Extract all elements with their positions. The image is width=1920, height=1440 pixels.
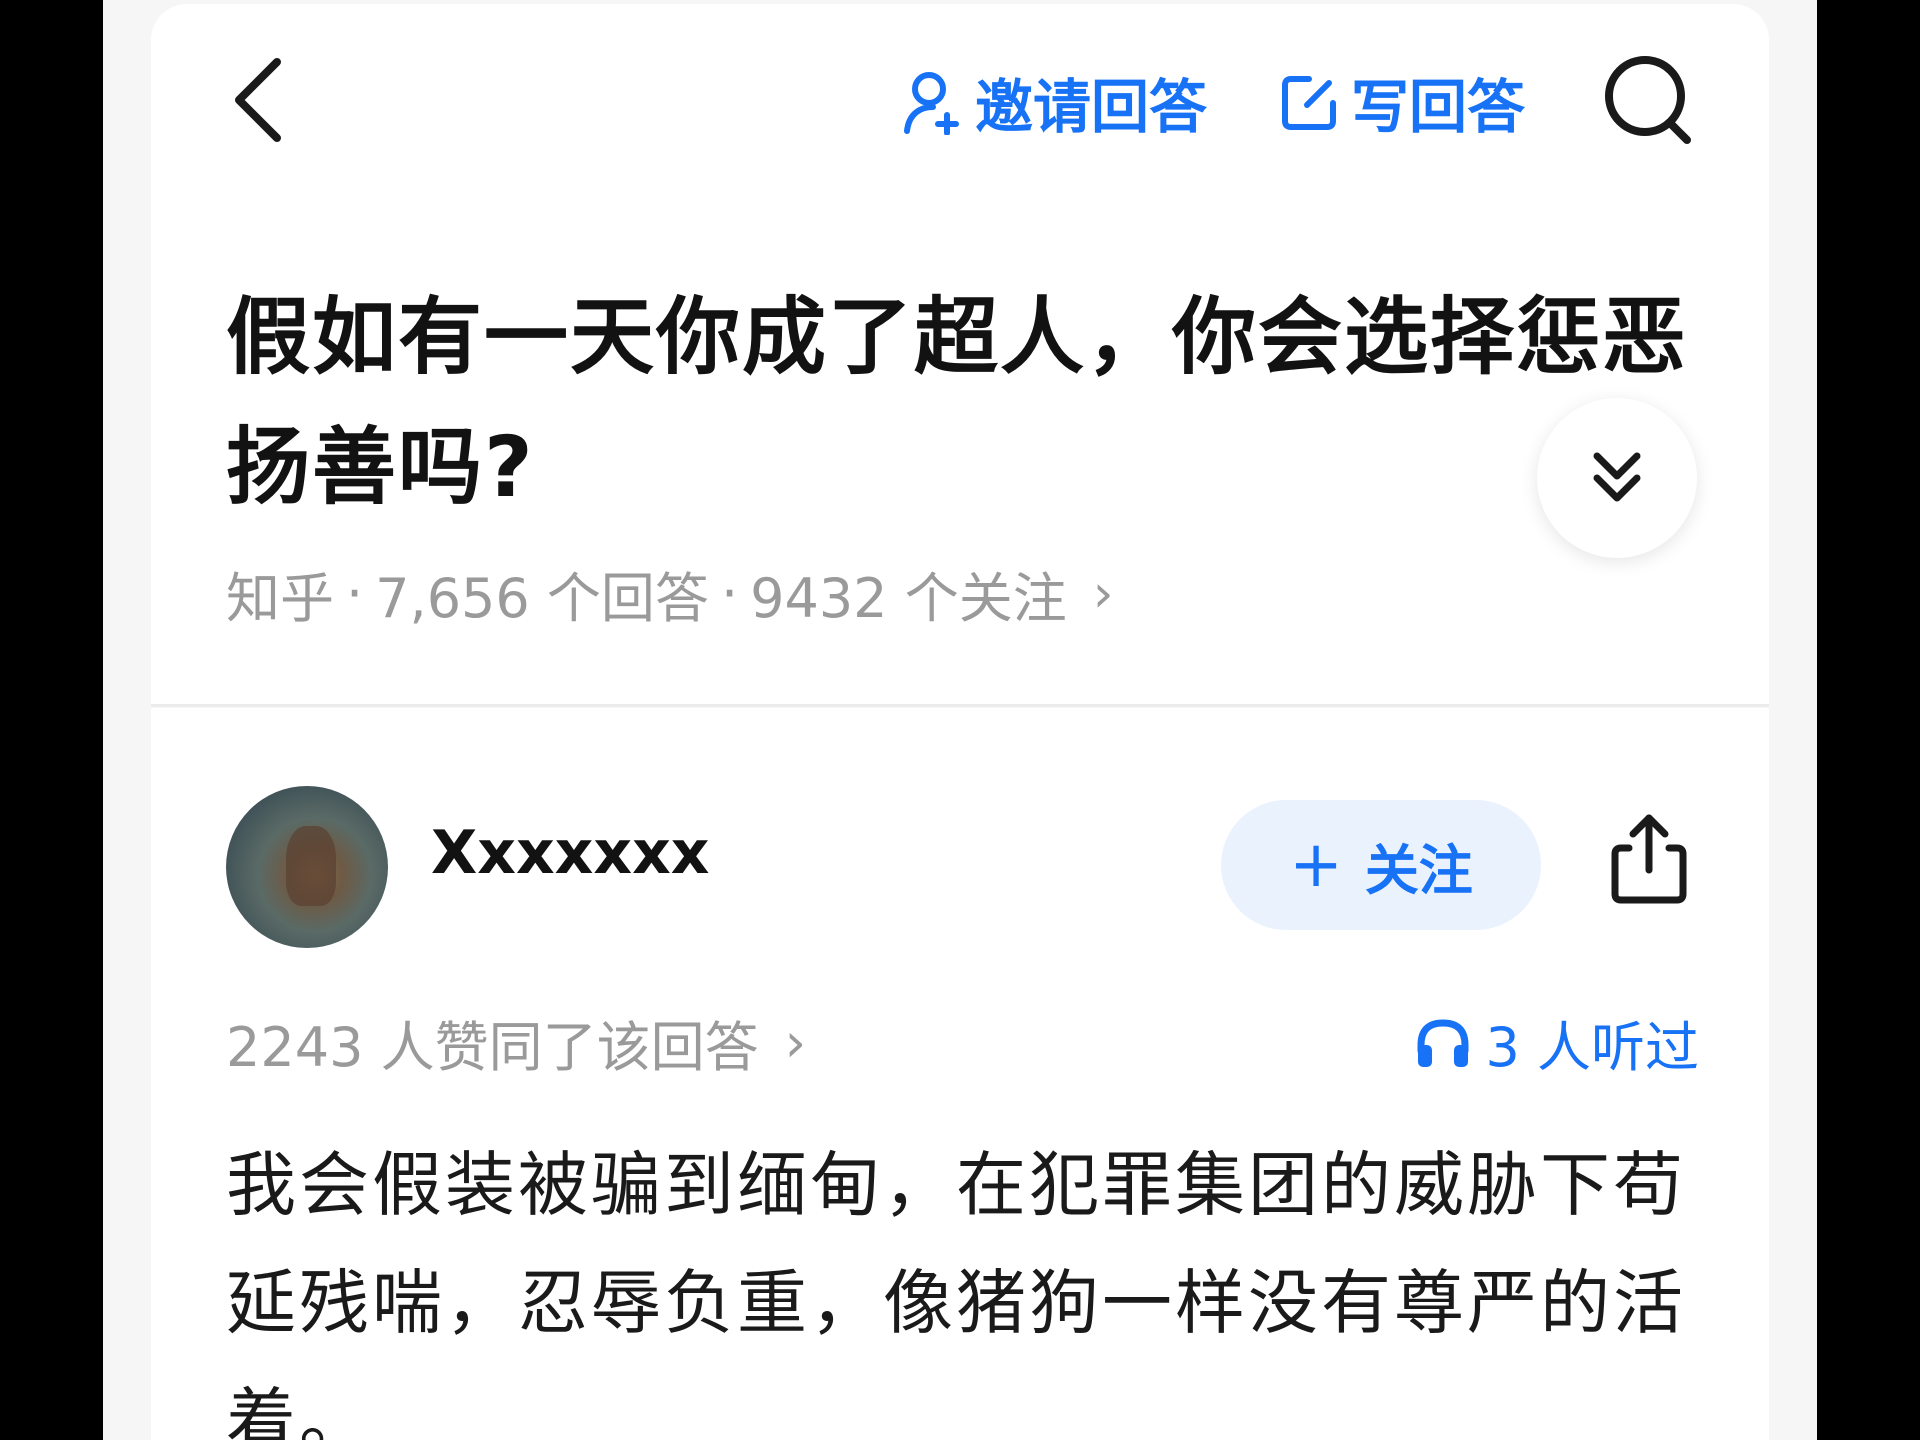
- question-title[interactable]: 假如有一天你成了超人，你会选择惩恶扬善吗?: [226, 272, 1696, 532]
- edit-icon: [1282, 76, 1336, 130]
- headphones-icon: [1417, 1018, 1469, 1067]
- plus-icon: +: [1289, 828, 1343, 902]
- expand-question-button[interactable]: [1537, 398, 1697, 558]
- answer-content[interactable]: 我会假装被骗到缅甸，在犯罪集团的威胁下苟延残喘，忍辱负重，像猪狗一样没有尊严的活…: [226, 1126, 1706, 1440]
- separator: ·: [346, 562, 364, 625]
- votes-text: 2243 人赞同了该回答: [226, 1016, 759, 1079]
- question-meta[interactable]: 知乎 · 7,656 个回答 · 9432 个关注 ›: [226, 554, 1114, 633]
- invite-answer-button[interactable]: 邀请回答: [903, 62, 1207, 142]
- votes-link[interactable]: 2243 人赞同了该回答 ›: [226, 1003, 806, 1082]
- invite-person-icon: [904, 72, 959, 135]
- separator: ·: [720, 562, 739, 625]
- write-answer-label: 写回答: [1351, 73, 1526, 141]
- double-chevron-down-icon: [1593, 452, 1641, 502]
- answer-card: Xxxxxxx + 关注 2243 人赞同了该回答 › 3 人听过 我会假装被骗…: [151, 708, 1769, 1440]
- search-icon[interactable]: [1599, 50, 1699, 150]
- chevron-right-icon: ›: [784, 1011, 807, 1074]
- share-icon[interactable]: [1599, 808, 1699, 908]
- back-chevron-icon[interactable]: [221, 50, 291, 150]
- source-label: 知乎: [226, 567, 334, 630]
- listened-link[interactable]: 3 人听过: [1415, 1003, 1699, 1082]
- listened-text: 3 人听过: [1485, 1016, 1699, 1079]
- write-answer-button[interactable]: 写回答: [1279, 62, 1525, 142]
- chevron-right-icon: ›: [1092, 563, 1114, 624]
- avatar[interactable]: [226, 786, 388, 948]
- phone-screen: 邀请回答 写回答 假如有一天你成了超人，你会选择惩恶扬善吗? 知乎 · 7,65…: [103, 0, 1817, 1440]
- followers-count: 9432 个关注: [750, 567, 1067, 630]
- answers-count: 7,656 个回答: [375, 567, 709, 630]
- invite-answer-label: 邀请回答: [975, 73, 1208, 141]
- question-card: 邀请回答 写回答 假如有一天你成了超人，你会选择惩恶扬善吗? 知乎 · 7,65…: [151, 4, 1769, 707]
- author-name[interactable]: Xxxxxxx: [431, 818, 709, 888]
- follow-button[interactable]: + 关注: [1221, 800, 1541, 930]
- follow-label: 关注: [1364, 838, 1473, 902]
